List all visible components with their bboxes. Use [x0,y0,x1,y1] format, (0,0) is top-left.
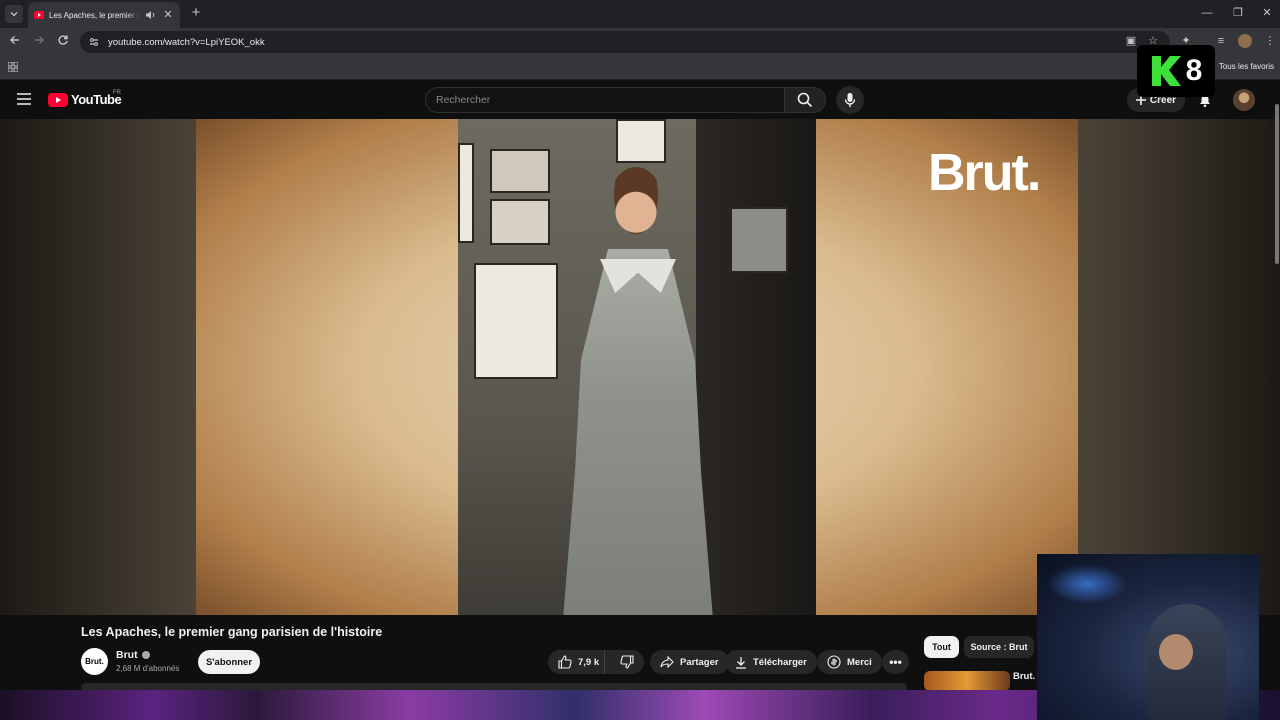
brut-watermark: Brut. [928,144,1041,202]
wall-frame [458,143,474,243]
forward-button[interactable] [30,33,48,51]
recommendation-title[interactable]: Brut. [1013,671,1035,682]
profile-avatar-icon[interactable] [1238,34,1252,48]
url-text[interactable]: youtube.com/watch?v=LpiYEOK_okk [108,37,265,48]
speaker-icon[interactable] [145,10,157,20]
account-avatar[interactable] [1233,89,1255,111]
all-bookmarks-link[interactable]: Tous les favoris [1219,62,1274,71]
subscriber-count: 2,68 M d'abonnés [116,664,180,673]
reload-button[interactable] [54,33,72,51]
site-settings-icon[interactable] [88,36,100,48]
wall-frame [490,149,550,193]
webcam-face [1159,634,1193,670]
subscribe-button[interactable]: S'abonner [198,650,260,674]
k8-number: 8 [1185,54,1203,87]
hamburger-menu-icon[interactable] [17,93,31,105]
webcam-overlay [1037,554,1259,720]
cast-icon[interactable]: ▣ [1123,33,1139,49]
reload-icon [58,35,68,45]
verified-badge-icon [141,651,150,659]
browser-toolbar: youtube.com/watch?v=LpiYEOK_okk ▣ ☆ ✦ ≡ … [0,28,1280,56]
tab-close-icon[interactable]: ✕ [162,9,174,21]
super-thanks-icon [827,655,841,669]
video-player[interactable]: Brut. [0,119,1280,615]
chip-all[interactable]: Tout [924,636,959,658]
search-input[interactable] [436,94,784,106]
tab-title: Les Apaches, le premier gang parisien de… [49,10,140,20]
dislike-button[interactable] [611,650,644,674]
channel-avatar[interactable]: Brut. [81,648,108,675]
address-bar[interactable]: youtube.com/watch?v=LpiYEOK_okk [80,31,1170,53]
like-button[interactable]: 7,9 k [548,650,605,674]
channel-name[interactable]: Brut [116,649,138,661]
youtube-logo[interactable]: YouTube [48,92,122,107]
search-icon [797,92,813,108]
recommendation-thumbnail[interactable] [924,671,1010,691]
share-button[interactable]: Partager [650,650,729,674]
arrow-left-icon [10,36,19,44]
photo-dark-area [696,119,816,615]
tab-search-button[interactable] [5,5,23,23]
thanks-label: Merci [847,656,872,668]
close-window-button[interactable]: ✕ [1252,4,1280,22]
archival-photo [458,119,816,615]
search-field[interactable] [425,87,785,113]
search-button[interactable] [784,87,826,113]
share-icon [660,656,674,668]
wall-frame [474,263,558,379]
media-controls-icon[interactable]: ≡ [1213,33,1229,49]
download-icon [736,656,746,669]
thumbs-down-icon [620,655,634,669]
like-count: 7,9 k [578,656,600,668]
youtube-header: YouTube FR Créer [0,81,1280,119]
apps-grid-icon[interactable] [8,62,18,72]
k8-logo: 8 [1137,45,1215,97]
webcam-light [1047,564,1127,604]
chip-source-brut[interactable]: Source : Brut [964,636,1034,658]
like-dislike-group: 7,9 k [548,650,644,674]
k-logo-icon [1151,56,1181,86]
browser-tab-active[interactable]: Les Apaches, le premier gang parisien de… [28,2,180,28]
woman-head [608,167,664,245]
bookmarks-bar: Tous les favoris [0,56,1280,80]
youtube-favicon-icon [34,11,44,19]
thumbs-up-icon [558,655,572,669]
share-label: Partager [680,656,719,668]
new-tab-button[interactable]: + [188,5,204,21]
download-button[interactable]: Télécharger [725,650,817,674]
more-menu-icon[interactable]: ⋮ [1262,33,1278,49]
more-actions-button[interactable]: ••• [882,650,909,674]
scrollbar-thumb[interactable] [1275,104,1279,264]
back-button[interactable] [6,33,24,51]
restore-button[interactable]: ❐ [1223,4,1253,22]
more-horizontal-icon: ••• [889,655,902,669]
wall-frame [490,199,550,245]
minimize-button[interactable]: — [1192,4,1222,22]
download-label: Télécharger [753,656,807,668]
video-title: Les Apaches, le premier gang parisien de… [81,625,383,639]
woman-figure [563,249,713,615]
thanks-button[interactable]: Merci [817,650,882,674]
country-code: FR [113,90,121,96]
browser-tab-strip: Les Apaches, le premier gang parisien de… [0,0,1280,28]
page-scrollbar[interactable] [1274,92,1280,692]
chevron-down-icon [10,12,18,17]
channel-name-link[interactable]: Brut [116,649,150,661]
wall-frame [616,119,666,163]
voice-search-button[interactable] [836,86,864,114]
microphone-icon [844,93,856,107]
youtube-play-icon [48,92,68,107]
wall-frame [730,207,788,273]
arrow-right-icon [35,36,44,44]
